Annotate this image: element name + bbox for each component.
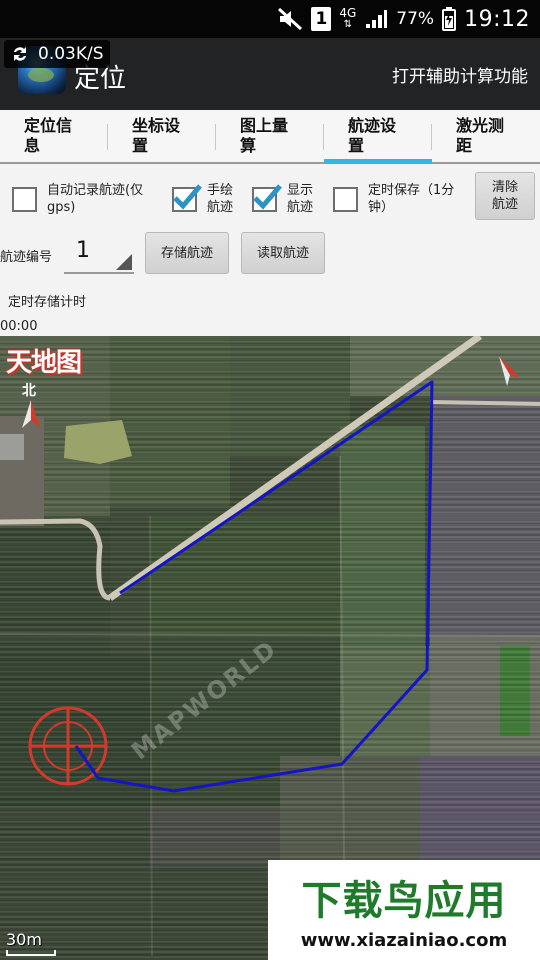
label-line: 手绘: [207, 183, 234, 198]
track-number-value: 1: [76, 238, 90, 263]
checkmark-icon: [173, 183, 202, 210]
label-line: 显示: [287, 183, 314, 198]
label-line: 定时保存（1分: [368, 183, 455, 198]
timed-save-label: 定时保存（1分 钟）: [368, 182, 454, 216]
tab-label: 定位信: [24, 116, 73, 135]
net-speed-overlay: 0.03K/S: [4, 40, 110, 68]
tab-laser-ranging[interactable]: 激光测 距: [432, 110, 540, 162]
button-label-line: 航迹: [491, 197, 518, 212]
refresh-arrows-icon: [14, 47, 26, 61]
status-icons: 1 4G ⇅ 77% 19:12: [277, 0, 530, 38]
tab-label: 坐标设: [132, 116, 181, 135]
signal-icon: [364, 8, 388, 30]
timed-save-checkbox[interactable]: 定时保存（1分 钟）: [333, 182, 454, 216]
dropdown-arrow-icon: [116, 254, 132, 270]
app-screen: 1 4G ⇅ 77% 19:12 定位 打开辅助计算功能 0.03K/S 定位信…: [0, 0, 540, 960]
tab-label: 算: [240, 136, 257, 155]
satellite-map[interactable]: MAPWORLD 天地图 北 30m 下载鸟应用 www.xiazainiao.…: [0, 336, 540, 960]
label-line: 钟）: [368, 200, 395, 215]
label-line: 航迹: [287, 200, 314, 215]
checkbox-box[interactable]: [252, 183, 282, 212]
network-type-text: 4G: [339, 6, 357, 20]
net-speed-text: 0.03K/S: [38, 44, 104, 64]
tab-label: 置: [132, 136, 149, 155]
checkbox-box[interactable]: [172, 183, 202, 212]
auto-record-label: 自动记录航迹(仅 gps): [47, 182, 143, 216]
sim-icon: 1: [311, 7, 332, 31]
watermark-url: www.xiazainiao.com: [300, 930, 508, 951]
track-number-label: 航迹编号: [0, 250, 53, 265]
checkbox-box[interactable]: [333, 186, 358, 212]
checkbox-box[interactable]: [12, 186, 37, 212]
battery-icon: [442, 7, 457, 31]
clear-track-button[interactable]: 清除 航迹: [475, 172, 535, 220]
tab-label: 距: [456, 136, 473, 155]
tab-location-info[interactable]: 定位信 息: [0, 110, 108, 162]
tianditu-logo: 天地图: [6, 348, 82, 378]
tab-track-settings[interactable]: 航迹设 置: [324, 110, 432, 164]
network-type-label: 4G ⇅: [339, 6, 357, 30]
tab-label: 置: [348, 136, 365, 155]
button-label-line: 清除: [491, 180, 518, 195]
tab-coordinate-settings[interactable]: 坐标设 置: [108, 110, 216, 162]
tab-label: 激光测: [456, 116, 505, 135]
clock: 19:12: [464, 6, 530, 32]
label-line: 自动记录航迹(仅: [47, 183, 144, 198]
battery-percent: 77%: [396, 9, 435, 29]
hand-draw-checkbox[interactable]: 手绘 航迹: [172, 182, 233, 216]
tab-label: 息: [24, 136, 41, 155]
watermark-title: 下载鸟应用: [301, 878, 507, 924]
compass-icon[interactable]: [496, 354, 518, 386]
save-track-button[interactable]: 存储航迹: [145, 232, 229, 274]
auxiliary-calc-button[interactable]: 打开辅助计算功能: [392, 62, 528, 87]
north-label: 北: [22, 383, 36, 399]
timer-value: 00:00: [0, 319, 38, 334]
data-arrows-icon: ⇅: [343, 19, 353, 30]
mute-icon: [277, 7, 303, 31]
show-track-checkbox[interactable]: 显示 航迹: [252, 182, 313, 216]
tab-bar: 定位信 息 坐标设 置 图上量 算 航迹设 置 激光测 距: [0, 110, 540, 164]
map-scale-label: 30m: [6, 930, 42, 949]
tab-label: 航迹设: [348, 116, 397, 135]
load-track-button[interactable]: 读取航迹: [241, 232, 325, 274]
tab-map-measure[interactable]: 图上量 算: [216, 110, 324, 162]
north-arrow-icon: [22, 400, 40, 428]
track-number-spinner[interactable]: 1: [64, 236, 134, 274]
timer-label: 定时存储计时: [8, 295, 87, 310]
show-track-label: 显示 航迹: [287, 182, 313, 216]
tab-label: 图上量: [240, 116, 289, 135]
download-watermark: 下载鸟应用 www.xiazainiao.com: [268, 860, 540, 960]
label-line: 航迹: [207, 200, 234, 215]
auto-record-checkbox[interactable]: 自动记录航迹(仅 gps): [12, 182, 143, 216]
status-bar: 1 4G ⇅ 77% 19:12: [0, 0, 540, 38]
checkmark-icon: [253, 183, 282, 210]
map-scale-bar: [6, 950, 56, 956]
hand-draw-label: 手绘 航迹: [207, 182, 233, 216]
label-line: gps): [47, 200, 76, 215]
